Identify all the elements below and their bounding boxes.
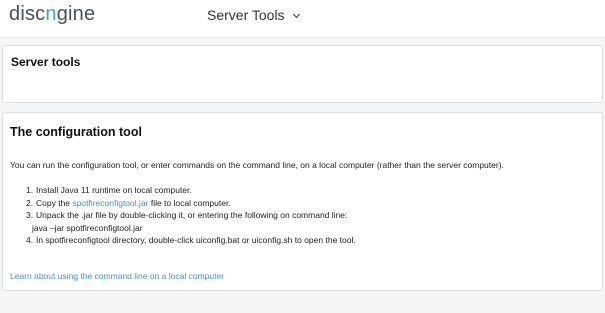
step-item: 4. In spotfireconfigtool directory, doubl… <box>26 235 356 245</box>
chevron-down-icon <box>292 10 300 18</box>
discngine-logo[interactable]: discngine <box>9 3 95 26</box>
intro-paragraph: You can run the configuration tool, or e… <box>10 160 504 170</box>
server-tools-menu[interactable]: Server Tools <box>207 7 300 23</box>
server-tools-heading: Server tools <box>11 55 81 69</box>
command-example: java –jar spotfireconfigtool.jar <box>32 222 143 233</box>
learn-command-line-link[interactable]: Learn about using the command line on a … <box>10 271 224 281</box>
server-tools-panel: Server tools <box>2 45 603 103</box>
configuration-tool-panel: The configuration tool You can run the c… <box>2 112 603 291</box>
jar-download-link[interactable]: spotfireconfigtool.jar <box>72 198 148 208</box>
top-navigation-bar: discngine Server Tools <box>0 0 605 38</box>
step-item: 1. Install Java 11 runtime on local compu… <box>26 185 192 195</box>
step-item: 3. Unpack the .jar file by double-clickin… <box>26 210 348 220</box>
step-item: 2. Copy the spotfireconfigtool.jar file t… <box>26 197 231 208</box>
steps-list: 1. Install Java 11 runtime on local compu… <box>26 184 356 247</box>
configuration-tool-heading: The configuration tool <box>10 125 142 139</box>
server-tools-menu-label: Server Tools <box>207 7 285 23</box>
